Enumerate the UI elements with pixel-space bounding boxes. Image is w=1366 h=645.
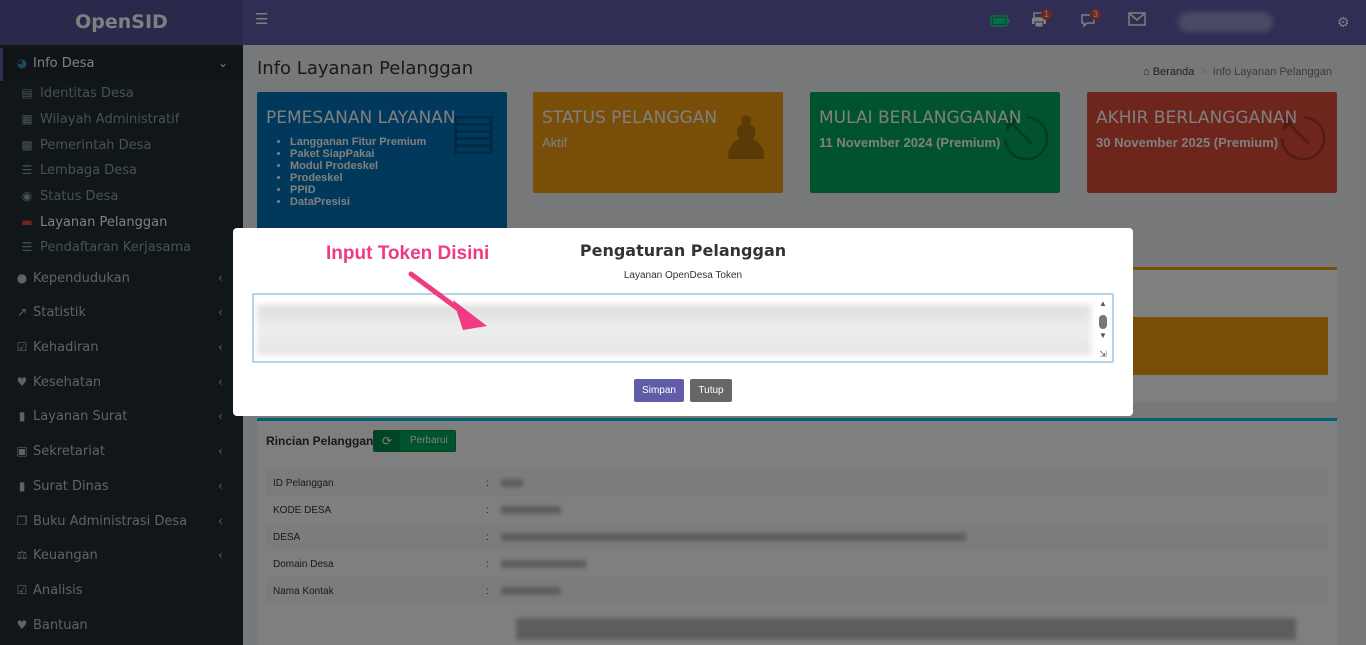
modal-subtitle: Layanan OpenDesa Token xyxy=(623,270,743,281)
scroll-up-icon[interactable]: ▲ xyxy=(1098,299,1108,309)
annotation-arrow-icon xyxy=(408,271,487,330)
save-button[interactable]: Simpan xyxy=(634,379,684,402)
annotation-label: Input Token Disini xyxy=(326,243,490,264)
token-textarea[interactable]: ▲ ▼ ⇲ xyxy=(252,293,1114,363)
blurred-token xyxy=(257,305,1091,355)
scroll-down-icon[interactable]: ▼ xyxy=(1098,331,1108,341)
resize-handle-icon[interactable]: ⇲ xyxy=(1098,349,1108,359)
close-button[interactable]: Tutup xyxy=(690,379,732,402)
scrollbar-thumb[interactable] xyxy=(1099,315,1107,329)
